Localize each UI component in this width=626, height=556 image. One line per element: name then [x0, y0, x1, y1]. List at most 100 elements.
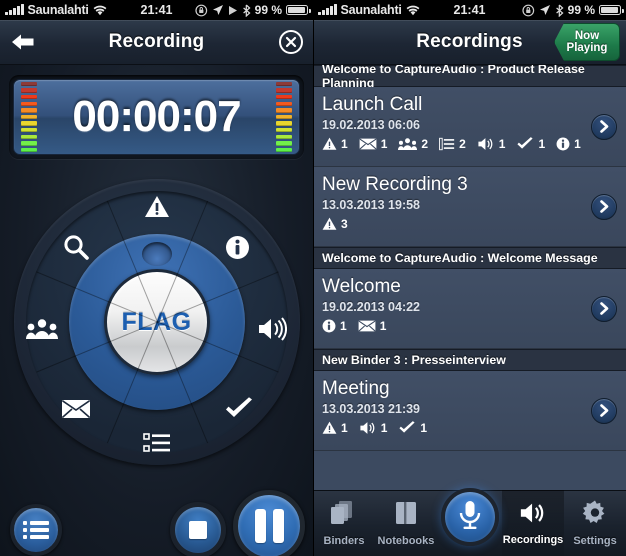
- signal-bars-icon: [5, 4, 24, 15]
- badge-count: 1: [380, 137, 388, 151]
- back-button[interactable]: [10, 31, 36, 53]
- section-header-label: Welcome to CaptureAudio : Welcome Messag…: [322, 251, 598, 265]
- now-playing-button[interactable]: Now Playing: [554, 23, 620, 61]
- microphone-icon: [457, 500, 483, 535]
- status-badge: 2: [398, 137, 428, 151]
- close-button[interactable]: [279, 30, 303, 54]
- disclosure-button[interactable]: [591, 193, 617, 220]
- carrier-label: Saunalahti: [340, 3, 402, 17]
- vu-meter-left: [21, 81, 37, 153]
- disclosure-button[interactable]: [591, 295, 617, 322]
- badge-count: 1: [379, 319, 387, 333]
- disclosure-button[interactable]: [591, 113, 617, 140]
- section-header: Welcome to CaptureAudio : Product Releas…: [313, 65, 626, 90]
- envelope-icon: [358, 320, 376, 332]
- status-badge: 2: [439, 137, 466, 151]
- tab-recordings[interactable]: Recordings: [502, 490, 565, 556]
- wifi-icon: [406, 5, 420, 15]
- warning-icon: [322, 217, 337, 230]
- recording-row[interactable]: New Recording 3 13.03.2013 19:58 3: [313, 167, 626, 247]
- app-screenshot: Saunalahti 21:41 99 % Recording 00:00:07…: [0, 0, 626, 556]
- chevron-right-icon: [599, 200, 608, 213]
- speaker-icon: [519, 501, 547, 530]
- now-playing-line2: Playing: [566, 42, 608, 54]
- status-badge: 1: [477, 137, 505, 151]
- info-icon: [556, 137, 570, 151]
- recordings-list[interactable]: Welcome to CaptureAudio : Product Releas…: [313, 65, 626, 490]
- recording-body: 00:00:07 FLAG: [0, 75, 313, 556]
- wifi-icon: [93, 5, 107, 15]
- tab-label: Recordings: [502, 533, 564, 546]
- markers-list-button[interactable]: [10, 504, 62, 556]
- recording-title: Welcome: [322, 276, 401, 297]
- tab-settings[interactable]: Settings: [564, 490, 626, 556]
- badge-row: 11: [322, 318, 626, 334]
- chevron-right-icon: [599, 302, 608, 315]
- tab-bar: Binders Notebooks Recordings Settings: [313, 488, 626, 556]
- search-icon[interactable]: [56, 227, 96, 267]
- recording-row[interactable]: Meeting 13.03.2013 21:39 1 1 1: [313, 371, 626, 451]
- status-badge: 1: [516, 137, 545, 151]
- warning-icon: [322, 421, 337, 434]
- badge-count: 2: [421, 137, 429, 151]
- battery-percent-label: 99 %: [567, 3, 595, 17]
- disclosure-button[interactable]: [591, 397, 617, 424]
- speaker-icon: [478, 138, 493, 150]
- recording-date: 19.02.2013 06:06: [322, 118, 421, 132]
- badge-count: 1: [574, 137, 581, 151]
- now-playing-line1: Now: [574, 30, 600, 42]
- recording-panel: Saunalahti 21:41 99 % Recording 00:00:07…: [0, 0, 313, 556]
- recording-row[interactable]: Welcome 19.02.2013 04:22 1 1: [313, 269, 626, 349]
- location-arrow-icon: [212, 5, 223, 15]
- notebooks-icon: [393, 500, 419, 531]
- recording-title: Launch Call: [322, 94, 423, 115]
- recording-date: 13.03.2013 19:58: [322, 198, 421, 212]
- badge-row: 3: [322, 216, 626, 232]
- pause-icon: [254, 509, 284, 543]
- signal-bars-icon: [318, 4, 337, 15]
- bluetooth-icon: [242, 4, 251, 17]
- status-bar-left: Saunalahti 21:41 99 %: [0, 0, 313, 20]
- chevron-right-icon: [599, 404, 608, 417]
- badge-count: 1: [538, 137, 546, 151]
- envelope-icon[interactable]: [56, 389, 96, 429]
- recording-date: 19.02.2013 04:22: [322, 300, 421, 314]
- status-badge: 1: [359, 137, 388, 151]
- badge-count: 3: [341, 217, 348, 231]
- check-icon[interactable]: [219, 389, 259, 429]
- check-icon: [517, 137, 534, 149]
- badge-count: 1: [341, 421, 348, 435]
- timer-display: 00:00:07: [9, 75, 304, 159]
- recordings-nav-bar: Recordings Now Playing: [313, 20, 626, 65]
- badge-row: 1 1 1: [322, 420, 626, 436]
- recording-row[interactable]: Launch Call 19.02.2013 06:06 1 1 2 2 1 1 1: [313, 87, 626, 167]
- stop-button[interactable]: [170, 502, 226, 556]
- list-icon[interactable]: [137, 423, 177, 463]
- badge-count: 1: [420, 421, 428, 435]
- people-icon[interactable]: [22, 309, 62, 349]
- panel-divider: [313, 0, 314, 556]
- vu-meter-right: [276, 81, 292, 153]
- status-badge: 1: [322, 137, 348, 151]
- info-icon: [322, 319, 336, 333]
- pause-button[interactable]: [233, 490, 305, 556]
- list-icon: [23, 521, 49, 539]
- battery-percent-label: 99 %: [254, 3, 282, 17]
- elapsed-time: 00:00:07: [72, 92, 241, 141]
- section-header: Welcome to CaptureAudio : Welcome Messag…: [313, 247, 626, 269]
- badge-count: 1: [341, 137, 348, 151]
- battery-icon: [599, 5, 624, 15]
- flag-wheel[interactable]: FLAG: [13, 179, 300, 465]
- speaker-icon[interactable]: [252, 309, 292, 349]
- tab-notebooks[interactable]: Notebooks: [375, 490, 437, 556]
- carrier-label: Saunalahti: [27, 3, 89, 17]
- status-badge: 1: [556, 137, 581, 151]
- binders-icon: [329, 500, 359, 531]
- info-icon[interactable]: [218, 227, 258, 267]
- warning-icon[interactable]: [137, 187, 177, 227]
- tab-record[interactable]: [437, 488, 502, 556]
- wheel-notch: [141, 242, 172, 266]
- record-button[interactable]: [440, 488, 499, 546]
- tab-binders[interactable]: Binders: [313, 490, 375, 556]
- people-icon: [398, 138, 418, 150]
